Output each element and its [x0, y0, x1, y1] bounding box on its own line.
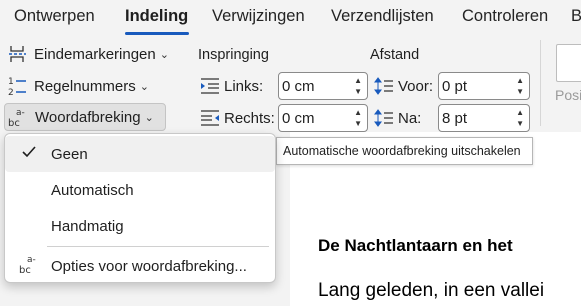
menu-item-opties[interactable]: a-bc Opties voor woordafbreking...: [5, 248, 275, 284]
breaks-icon: [6, 43, 28, 65]
hyphenation-icon: a-bc: [7, 106, 29, 128]
menu-separator: [47, 246, 269, 247]
menu-item-automatisch[interactable]: Automatisch: [5, 172, 275, 208]
indent-right-icon: [200, 109, 220, 127]
chevron-down-icon: ⌄: [159, 48, 169, 61]
document-heading[interactable]: De Nachtlantaarn en het: [318, 236, 513, 256]
indent-right-value: 0 cm: [282, 109, 315, 127]
indent-group-title: Inspringing: [198, 47, 269, 63]
ribbon-group-separator: [540, 40, 541, 126]
svg-text:2: 2: [8, 88, 14, 97]
menu-item-label: Opties voor woordafbreking...: [51, 257, 247, 275]
breaks-button[interactable]: Eindemarkeringen ⌄: [6, 40, 173, 68]
position-icon[interactable]: [556, 44, 581, 82]
hyphenation-menu: Geen Automatisch Handmatig a-bc Opties v…: [4, 133, 276, 283]
spacing-before-value: 0 pt: [442, 77, 468, 95]
spacing-after-value: 8 pt: [442, 109, 468, 127]
indent-left-icon: [200, 77, 220, 95]
hyphenation-button[interactable]: a-bc Woordafbreking ⌄: [4, 103, 166, 131]
tab-verzendlijsten[interactable]: Verzendlijsten: [331, 7, 434, 26]
spacing-before-label: Voor:: [398, 77, 434, 95]
spinner-arrows-icon[interactable]: ▲ ▼: [354, 75, 362, 97]
svg-text:1: 1: [8, 77, 14, 87]
hyphenation-label: Woordafbreking: [35, 108, 141, 126]
hyphenation-icon: a-bc: [17, 253, 41, 279]
spinner-arrows-icon[interactable]: ▲ ▼: [354, 107, 362, 129]
svg-text:a-: a-: [27, 255, 36, 265]
menu-item-label: Automatisch: [51, 181, 134, 199]
document-paragraph[interactable]: Lang geleden, in een vallei: [318, 280, 544, 302]
chevron-down-icon: ⌄: [144, 111, 154, 124]
indent-left-label: Links:: [224, 77, 264, 95]
spinner-arrows-icon[interactable]: ▲ ▼: [516, 75, 524, 97]
spacing-before-icon: [374, 77, 394, 95]
ribbon-tab-bar: Ontwerpen Indeling Verwijzingen Verzendl…: [0, 0, 581, 36]
spacing-after-icon: [374, 109, 394, 127]
line-numbers-button[interactable]: 12 Regelnummers ⌄: [6, 72, 153, 100]
indent-right-field[interactable]: 0 cm ▲ ▼: [278, 104, 368, 132]
svg-text:bc: bc: [8, 118, 20, 128]
menu-item-geen[interactable]: Geen: [5, 136, 275, 172]
breaks-label: Eindemarkeringen: [34, 45, 156, 63]
tab-controleren[interactable]: Controleren: [462, 7, 548, 26]
indent-right-label-wrap: Rechts:: [200, 109, 275, 127]
indent-left-field[interactable]: 0 cm ▲ ▼: [278, 72, 368, 100]
tab-verwijzingen[interactable]: Verwijzingen: [212, 7, 305, 26]
menu-item-handmatig[interactable]: Handmatig: [5, 208, 275, 244]
spinner-arrows-icon[interactable]: ▲ ▼: [516, 107, 524, 129]
svg-text:bc: bc: [19, 265, 31, 275]
active-tab-indicator: [125, 32, 189, 35]
tooltip: Automatische woordafbreking uitschakelen: [276, 137, 533, 165]
line-numbers-label: Regelnummers: [34, 77, 136, 95]
spacing-after-field[interactable]: 8 pt ▲ ▼: [438, 104, 530, 132]
indent-right-label: Rechts:: [224, 109, 275, 127]
indent-left-label-wrap: Links:: [200, 77, 263, 95]
tab-ontwerpen[interactable]: Ontwerpen: [14, 7, 95, 26]
tab-indeling[interactable]: Indeling: [125, 7, 188, 26]
tab-more[interactable]: B: [571, 7, 581, 26]
indent-left-value: 0 cm: [282, 77, 315, 95]
tooltip-text: Automatische woordafbreking uitschakelen: [283, 144, 521, 158]
spacing-after-label-wrap: Na:: [374, 109, 421, 127]
menu-item-label: Handmatig: [51, 217, 124, 235]
chevron-down-icon: ⌄: [139, 80, 149, 93]
spacing-before-field[interactable]: 0 pt ▲ ▼: [438, 72, 530, 100]
spacing-group-title: Afstand: [370, 47, 420, 63]
position-button-label[interactable]: Posi: [555, 87, 581, 103]
line-numbers-icon: 12: [6, 75, 28, 97]
spacing-after-label: Na:: [398, 109, 422, 127]
svg-text:a-: a-: [16, 108, 25, 118]
spacing-before-label-wrap: Voor:: [374, 77, 433, 95]
menu-item-label: Geen: [51, 145, 88, 163]
checkmark-icon: [17, 145, 41, 163]
